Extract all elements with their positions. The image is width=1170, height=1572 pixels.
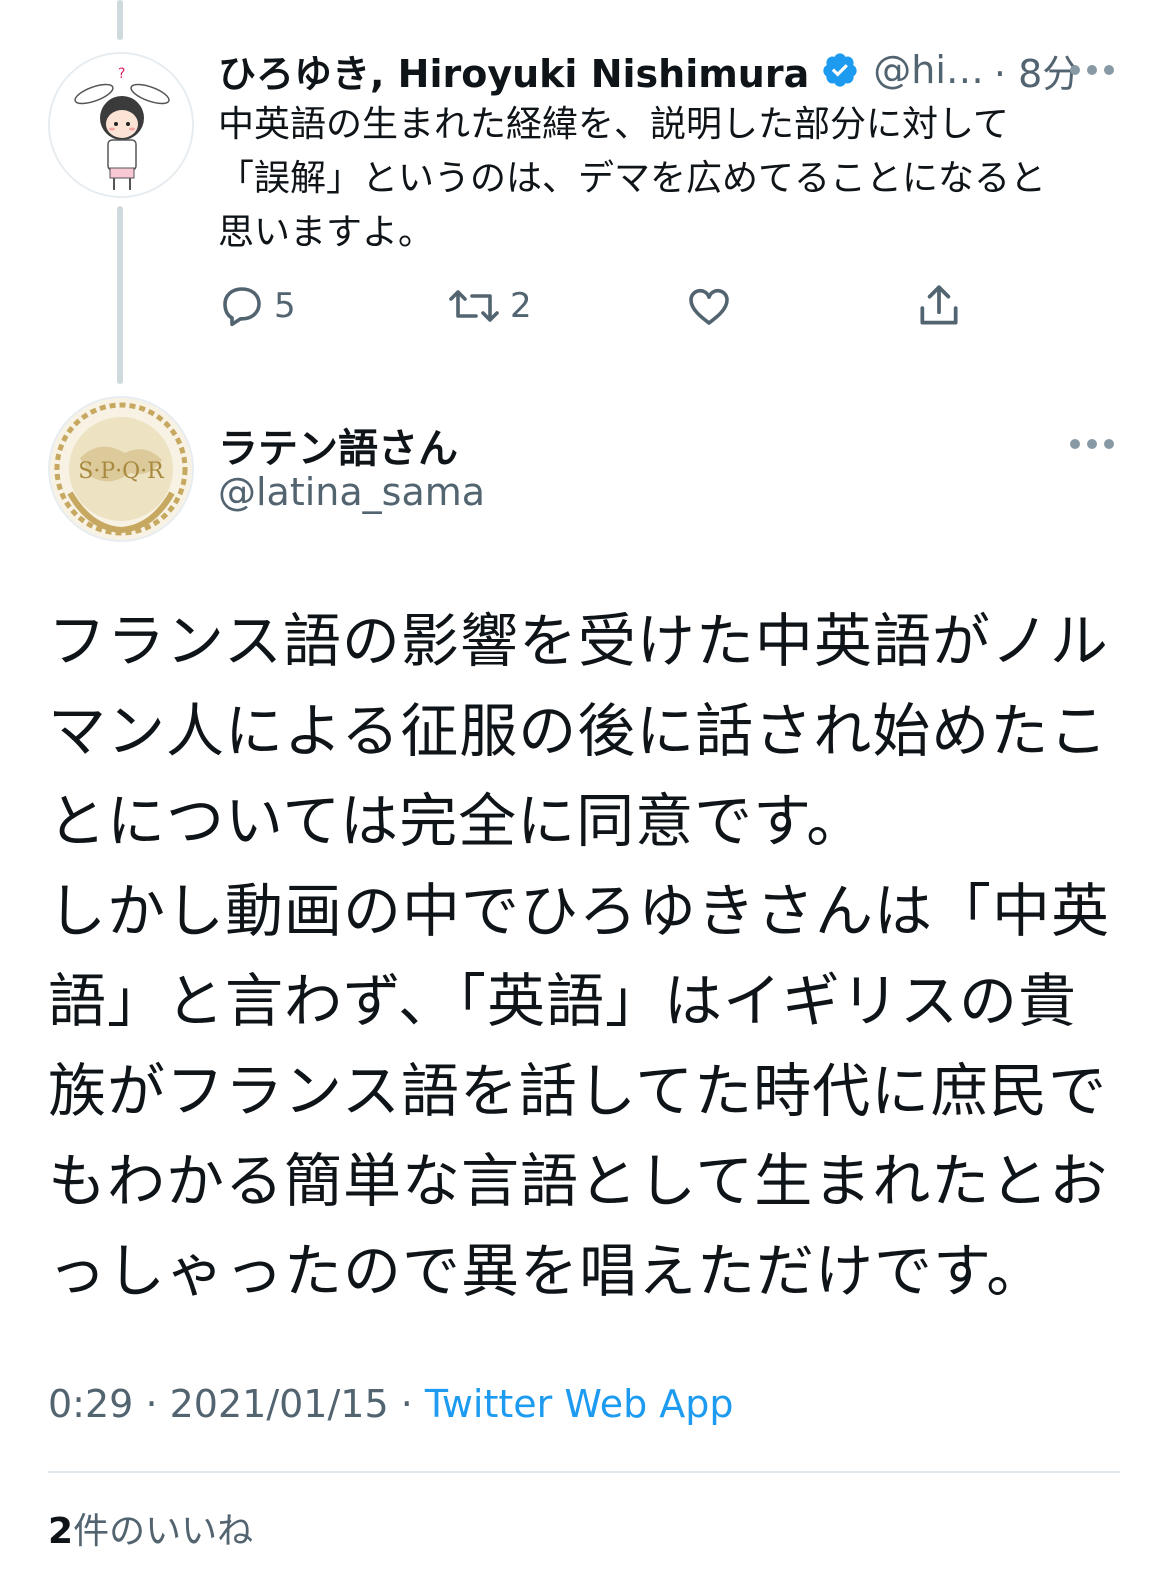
main-text-line: もわかる簡単な言語として生まれたとお bbox=[48, 1147, 1109, 1215]
reply-text-line: 中英語の生まれた経緯を、説明した部分に対して bbox=[218, 104, 1009, 145]
thread-line bbox=[117, 206, 123, 384]
retweet-count: 2 bbox=[510, 286, 532, 326]
spqr-text: S·P·Q·R bbox=[78, 459, 165, 484]
tweet-timestamp-row: 0:29 · 2021/01/15 · Twitter Web App bbox=[48, 1382, 734, 1426]
main-text-line: マン人による征服の後に話され始めたこ bbox=[48, 697, 1109, 765]
separator-dot: · bbox=[145, 1382, 170, 1426]
comment-icon bbox=[223, 287, 261, 327]
reply-text-line: 思いますよ。 bbox=[218, 212, 435, 253]
tweet-time[interactable]: 0:29 bbox=[48, 1382, 133, 1426]
main-display-name[interactable]: ラテン語さん bbox=[218, 416, 458, 474]
avatar[interactable]: S·P·Q·R bbox=[48, 396, 194, 542]
reply-time[interactable]: · 8分 bbox=[994, 43, 1080, 98]
likes-label: 件のいいね bbox=[73, 1511, 254, 1552]
main-text-line: しかし動画の中でひろゆきさんは「中英 bbox=[48, 877, 1111, 945]
hiroyuki-avatar-illustration: ? bbox=[50, 54, 192, 196]
likes-count: 2 bbox=[48, 1511, 74, 1552]
avatar-question-mark: ? bbox=[118, 66, 125, 82]
spqr-avatar-emblem: S·P·Q·R bbox=[50, 398, 192, 540]
reply-display-name[interactable]: ひろゆき, Hiroyuki Nishimura bbox=[218, 43, 809, 98]
divider bbox=[48, 1471, 1120, 1473]
separator-dot: · bbox=[400, 1382, 425, 1426]
reply-action-bar: 5 2 bbox=[218, 278, 978, 334]
reply-tweet-text: 中英語の生まれた経緯を、説明した部分に対して 「誤解」というのは、デマを広めてる… bbox=[218, 98, 1128, 260]
reply-count: 5 bbox=[274, 286, 296, 326]
main-text-line: フランス語の影響を受けた中英語がノル bbox=[48, 607, 1109, 675]
thread-line bbox=[117, 0, 123, 40]
avatar[interactable]: ? bbox=[48, 52, 194, 198]
retweet-button[interactable]: 2 bbox=[446, 278, 532, 334]
verified-badge-icon bbox=[823, 53, 857, 87]
reply-handle[interactable]: @hi… bbox=[873, 48, 984, 92]
share-button[interactable] bbox=[914, 278, 964, 334]
main-text-line: 語」と言わず、「英語」はイギリスの貴 bbox=[48, 967, 1077, 1035]
heart-icon bbox=[689, 288, 729, 325]
retweet-icon bbox=[449, 290, 499, 322]
reply-author-row: ひろゆき, Hiroyuki Nishimura @hi… · 8分 bbox=[218, 44, 1080, 96]
main-handle[interactable]: @latina_sama bbox=[218, 470, 485, 514]
main-text-line: っしゃったので異を唱えただけです。 bbox=[48, 1237, 1046, 1305]
more-options-icon[interactable] bbox=[1070, 64, 1114, 76]
main-text-line: とについては完全に同意です。 bbox=[48, 787, 866, 855]
more-options-icon[interactable] bbox=[1070, 438, 1114, 450]
reply-button[interactable]: 5 bbox=[218, 278, 296, 334]
tweet-source-link[interactable]: Twitter Web App bbox=[425, 1382, 734, 1426]
like-button[interactable] bbox=[684, 278, 734, 334]
main-tweet-text: フランス語の影響を受けた中英語がノル マン人による征服の後に話され始めたこ とに… bbox=[48, 596, 1122, 1316]
main-text-line: 族がフランス語を話してた時代に庶民で bbox=[48, 1057, 1108, 1125]
tweet-date[interactable]: 2021/01/15 bbox=[170, 1382, 389, 1426]
share-icon bbox=[920, 285, 958, 325]
reply-text-line: 「誤解」というのは、デマを広めてることになると bbox=[218, 158, 1047, 199]
likes-summary[interactable]: 2件のいいね bbox=[48, 1502, 253, 1554]
